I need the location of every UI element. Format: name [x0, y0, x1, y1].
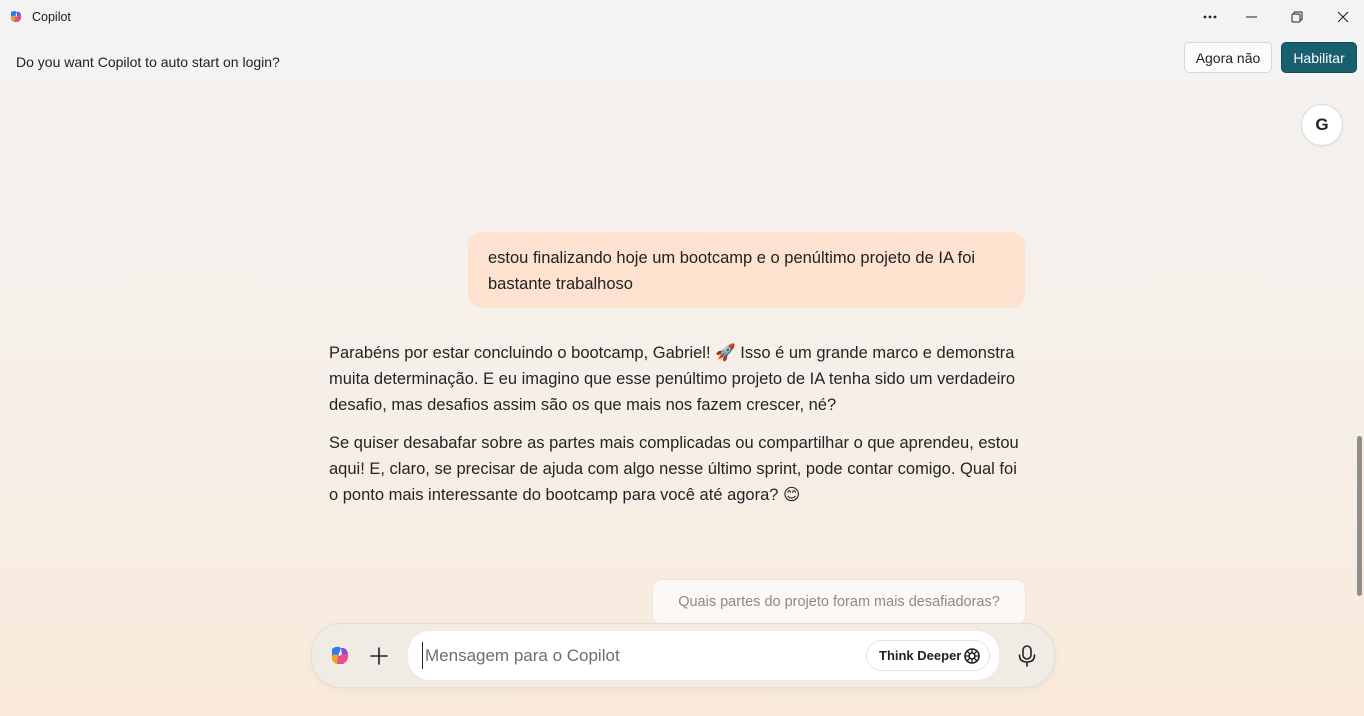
add-attachment-button[interactable]: [365, 642, 393, 670]
app-title: Copilot: [32, 10, 71, 24]
enable-button[interactable]: Habilitar: [1281, 42, 1357, 73]
suggestion-chip[interactable]: Quais partes do projeto foram mais desaf…: [652, 579, 1026, 625]
scrollbar[interactable]: [1357, 436, 1362, 596]
plus-icon: [370, 647, 388, 665]
close-button[interactable]: [1320, 0, 1364, 34]
microphone-icon: [1018, 645, 1036, 667]
more-icon: [1203, 15, 1217, 19]
auto-start-notification: Do you want Copilot to auto start on log…: [0, 34, 1364, 80]
microphone-button[interactable]: [1014, 643, 1040, 669]
user-message: estou finalizando hoje um bootcamp e o p…: [468, 232, 1025, 308]
close-icon: [1337, 11, 1349, 23]
copilot-logo-icon[interactable]: [328, 644, 352, 668]
assistant-paragraph: Parabéns por estar concluindo o bootcamp…: [329, 344, 1016, 414]
think-deeper-button[interactable]: Think Deeper: [866, 640, 990, 671]
not-now-button[interactable]: Agora não: [1184, 42, 1272, 73]
minimize-icon: [1245, 16, 1257, 18]
restore-icon: [1291, 11, 1303, 23]
think-deeper-icon: [964, 648, 980, 664]
message-input-container: Think Deeper: [408, 631, 999, 680]
composer: Think Deeper: [311, 623, 1055, 688]
chat-area: G estou finalizando hoje um bootcamp e o…: [0, 80, 1364, 716]
restore-button[interactable]: [1274, 0, 1320, 34]
think-deeper-label: Think Deeper: [879, 648, 962, 663]
copilot-logo-icon: [10, 11, 22, 22]
minimize-button[interactable]: [1228, 0, 1274, 34]
assistant-paragraph: Se quiser desabafar sobre as partes mais…: [329, 434, 1019, 504]
avatar[interactable]: G: [1301, 104, 1343, 146]
message-input[interactable]: [422, 642, 852, 669]
assistant-message: Parabéns por estar concluindo o bootcamp…: [329, 340, 1029, 520]
more-options-button[interactable]: [1187, 0, 1233, 34]
notification-text: Do you want Copilot to auto start on log…: [16, 54, 280, 70]
title-bar: Copilot: [0, 0, 1364, 34]
